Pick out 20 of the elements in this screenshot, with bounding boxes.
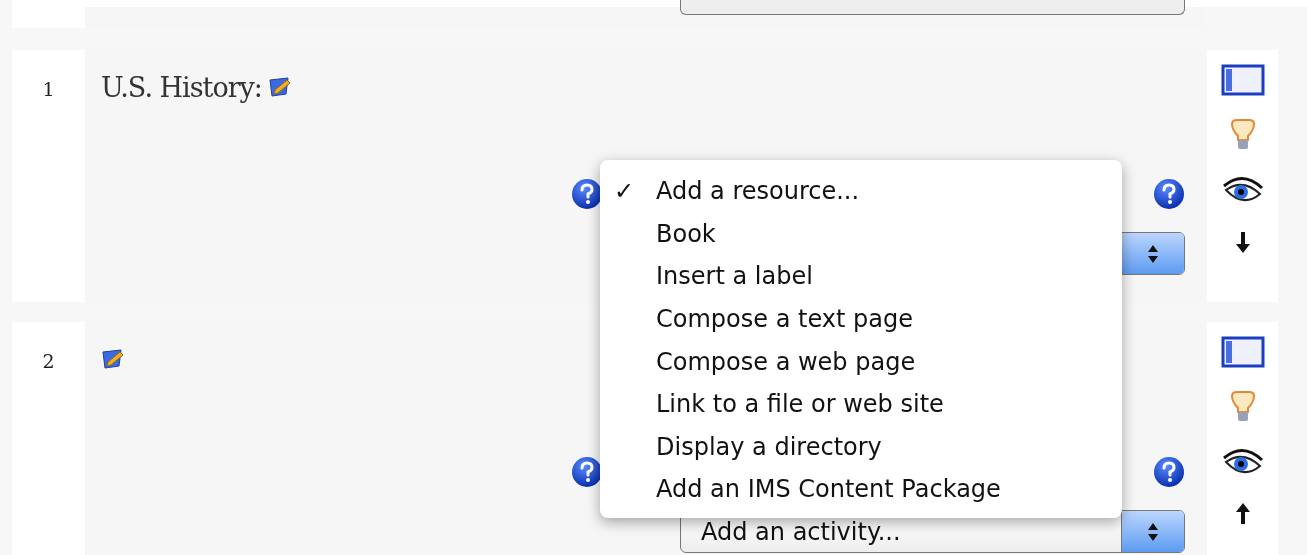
- window-icon[interactable]: [1220, 64, 1265, 96]
- menu-item[interactable]: Add a resource...: [656, 177, 860, 206]
- menu-item[interactable]: Compose a web page: [656, 347, 916, 376]
- help-icon[interactable]: [571, 177, 603, 210]
- checkmark-icon: ✓: [614, 177, 656, 206]
- select-value: Add an activity...: [701, 517, 901, 546]
- menu-item[interactable]: Link to a file or web site: [656, 390, 944, 419]
- help-icon[interactable]: [1153, 455, 1185, 488]
- menu-item[interactable]: Add an IMS Content Package: [656, 475, 1001, 504]
- help-icon[interactable]: [1153, 177, 1185, 210]
- menu-item[interactable]: Insert a label: [656, 262, 813, 291]
- help-icon[interactable]: [571, 455, 603, 488]
- menu-item[interactable]: Compose a text page: [656, 305, 913, 334]
- window-icon[interactable]: [1220, 336, 1265, 368]
- menu-item[interactable]: Display a directory: [656, 432, 882, 461]
- section-title: U.S. History:: [101, 71, 262, 103]
- menu-item[interactable]: Book: [656, 219, 716, 248]
- section-number: 1: [42, 78, 55, 100]
- section-number: 2: [42, 350, 55, 372]
- select-field[interactable]: [680, 0, 1185, 15]
